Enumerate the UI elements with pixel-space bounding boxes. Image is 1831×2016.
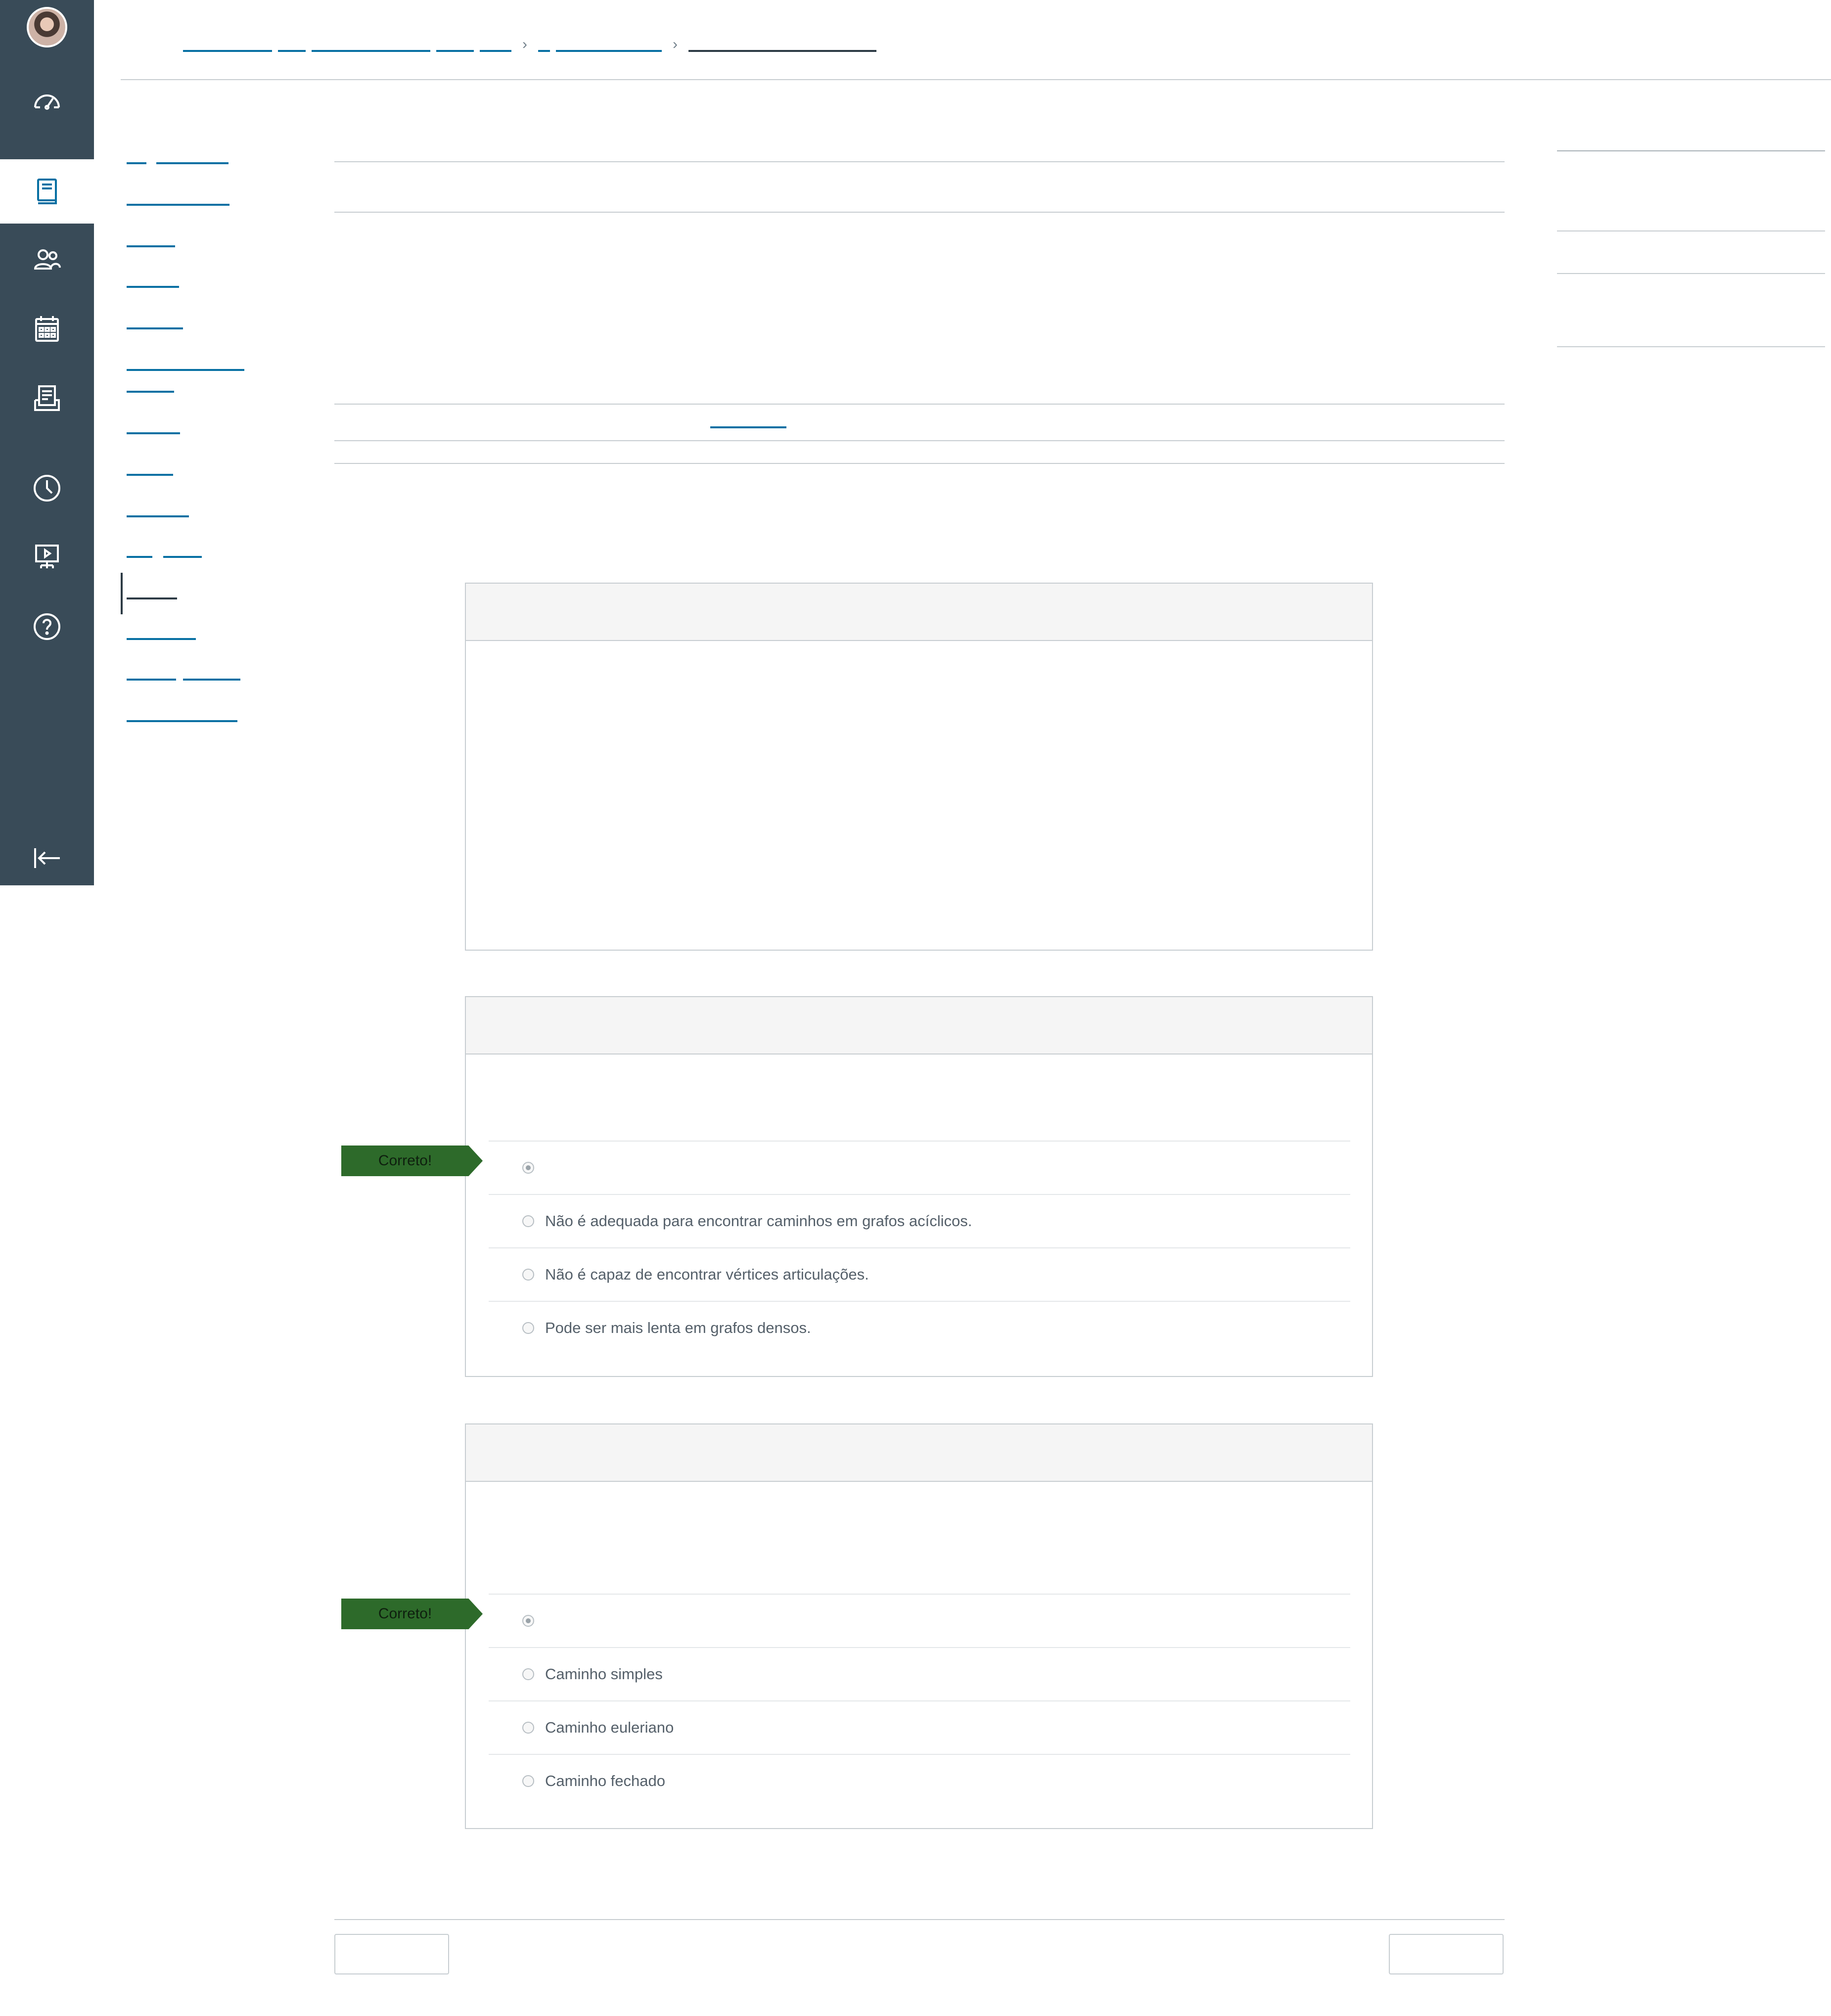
correct-answer-flag: Correto! [341,1145,483,1176]
answer-text: Pode ser mais lenta em grafos densos. [545,1319,811,1336]
answer-option: Caminho fechado [489,1754,1350,1807]
course-nav-link[interactable] [127,515,189,517]
answer-radio[interactable] [522,1668,534,1680]
answer-radio[interactable] [522,1215,534,1227]
breadcrumb-link-section[interactable] [538,50,550,52]
course-nav-link[interactable] [127,679,176,681]
answer-option: Não é capaz de encontrar vértices articu… [489,1247,1350,1301]
help-nav-item[interactable] [0,595,94,659]
answer-option: Não é adequada para encontrar caminhos e… [489,1194,1350,1247]
course-nav-link-active[interactable] [127,597,177,599]
footer-divider [334,1919,1505,1920]
account-avatar[interactable] [27,7,67,47]
sidebar-divider [1557,150,1825,151]
breadcrumb-link-course-4[interactable] [436,50,474,52]
answer-radio[interactable] [522,1775,534,1787]
answer-radio[interactable] [522,1615,534,1627]
answer-radio[interactable] [522,1322,534,1334]
question-header [466,997,1372,1054]
sidebar-divider [1557,230,1825,231]
collapse-nav-button[interactable] [0,826,94,890]
course-nav-link[interactable] [127,327,183,329]
answer-text: Caminho euleriano [545,1719,674,1736]
course-nav-link[interactable] [127,432,180,434]
commons-icon [35,545,59,568]
course-nav-link[interactable] [127,391,174,393]
question-card: Caminho simples Caminho euleriano Caminh… [465,1423,1373,1829]
course-nav-link[interactable] [127,162,146,164]
course-nav-link[interactable] [127,556,152,558]
breadcrumb-link-course-5[interactable] [480,50,511,52]
breadcrumb-link-course-2[interactable] [278,50,306,52]
groups-icon [34,249,61,270]
question-header [466,1424,1372,1482]
answer-option: Caminho simples [489,1647,1350,1700]
sidebar-divider [1557,273,1825,274]
question-card [465,583,1373,951]
sidebar-divider [1557,346,1825,347]
history-nav-item[interactable] [0,456,94,520]
calendar-nav-item[interactable] [0,297,94,361]
breadcrumb-link-course[interactable] [183,50,272,52]
breadcrumb-current [688,50,876,52]
answer-option [489,1141,1350,1194]
course-nav-link[interactable] [183,679,240,681]
answer-radio[interactable] [522,1162,534,1174]
previous-button[interactable] [334,1934,449,1974]
question-header [466,584,1372,641]
courses-nav-item[interactable] [0,159,94,224]
breadcrumb-link-course-3[interactable] [312,50,430,52]
breadcrumb: › › [183,35,876,54]
dashboard-icon [34,94,60,110]
answer-option: Pode ser mais lenta em grafos densos. [489,1301,1350,1354]
help-icon [34,613,60,640]
answer-option [489,1594,1350,1647]
answer-option: Caminho euleriano [489,1700,1350,1754]
quiz-details-link[interactable] [710,426,786,428]
commons-nav-item[interactable] [0,525,94,590]
content-divider [334,212,1505,213]
course-nav-link[interactable] [127,474,173,476]
course-nav-link[interactable] [127,638,196,640]
global-nav [0,0,94,885]
content-divider [334,404,1505,405]
answer-text: Não é adequada para encontrar caminhos e… [545,1212,972,1230]
course-nav-link[interactable] [127,369,244,371]
answer-radio[interactable] [522,1269,534,1281]
course-nav-link[interactable] [127,286,179,288]
chevron-right-icon: › [522,36,527,52]
course-nav-link[interactable] [127,720,237,722]
course-nav-link[interactable] [127,245,175,247]
course-nav-active-indicator [121,573,123,614]
answer-text: Não é capaz de encontrar vértices articu… [545,1266,869,1283]
answer-radio[interactable] [522,1722,534,1734]
course-nav-link[interactable] [163,556,202,558]
inbox-icon [34,385,60,411]
dashboard-nav-item[interactable] [0,69,94,134]
content-divider [334,161,1505,162]
courses-icon [37,179,57,204]
question-card: Não é adequada para encontrar caminhos e… [465,996,1373,1377]
calendar-icon [35,316,59,342]
correct-answer-label: Correto! [378,1152,432,1169]
groups-nav-item[interactable] [0,228,94,292]
history-icon [34,475,60,502]
breadcrumb-link-section-2[interactable] [556,50,662,52]
correct-answer-label: Correto! [378,1605,432,1622]
inbox-nav-item[interactable] [0,366,94,430]
course-nav-link[interactable] [127,204,229,206]
header-divider [121,79,1831,80]
content-divider [334,463,1505,464]
content-divider [334,440,1505,441]
next-button[interactable] [1389,1934,1504,1974]
course-nav-link[interactable] [156,162,229,164]
correct-answer-flag: Correto! [341,1599,483,1629]
chevron-right-icon: › [673,36,678,52]
answer-text: Caminho fechado [545,1772,665,1789]
collapse-nav-icon [34,848,60,868]
answer-text: Caminho simples [545,1665,663,1683]
